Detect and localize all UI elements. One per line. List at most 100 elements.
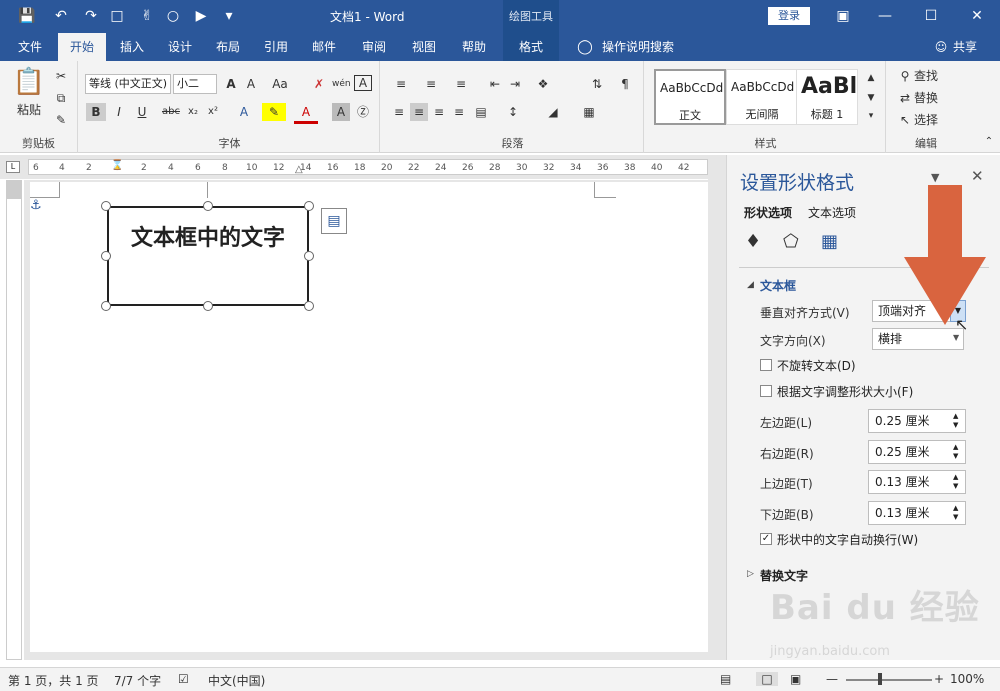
vertical-scrollbar[interactable] xyxy=(708,155,726,660)
pinyin-icon[interactable]: wén xyxy=(332,75,351,93)
tab-view[interactable]: 视图 xyxy=(402,33,446,61)
tab-help[interactable]: 帮助 xyxy=(452,33,496,61)
wrap-text-checkbox[interactable]: ✓ xyxy=(760,533,772,545)
italic-icon[interactable]: I xyxy=(110,103,128,121)
tab-design[interactable]: 设计 xyxy=(158,33,202,61)
text-direction-dropdown-icon[interactable]: ▼ xyxy=(953,333,959,342)
top-margin-input[interactable]: 0.13 厘米 xyxy=(868,470,966,494)
increase-indent-icon[interactable]: ⇥ xyxy=(506,75,524,93)
format-painter-icon[interactable]: ✎ xyxy=(52,111,70,129)
top-margin-spinner-icon[interactable]: ▲ ▼ xyxy=(953,473,958,491)
login-button[interactable]: 登录 xyxy=(768,7,810,25)
tab-text-options[interactable]: 文本选项 xyxy=(808,204,856,221)
collapse-ribbon-icon[interactable]: ⌃ xyxy=(982,133,996,151)
text-box[interactable]: 文本框中的文字 xyxy=(107,206,309,306)
anchor-icon[interactable]: ⚓ xyxy=(30,198,42,213)
decrease-indent-icon[interactable]: ⇤ xyxy=(486,75,504,93)
section-textbox[interactable]: 文本框 xyxy=(760,277,796,294)
numbering-icon[interactable]: ≡ xyxy=(420,75,442,93)
page-count[interactable]: 第 1 页，共 1 页 xyxy=(8,672,99,689)
close-icon[interactable]: ✕ xyxy=(954,0,1000,33)
strikethrough-icon[interactable]: abc xyxy=(160,103,182,121)
shrink-font-icon[interactable]: A xyxy=(242,75,260,93)
read-mode-icon[interactable]: ▤ xyxy=(720,672,731,686)
select-icon[interactable]: ▶ xyxy=(190,6,212,26)
distributed-icon[interactable]: ▤ xyxy=(472,103,490,121)
effects-icon[interactable]: ⬠ xyxy=(783,231,799,252)
collapse-triangle-icon[interactable]: ◢ xyxy=(747,280,754,290)
expand-triangle-icon[interactable]: ▷ xyxy=(747,569,754,579)
tab-references[interactable]: 引用 xyxy=(254,33,298,61)
char-border-icon[interactable]: A xyxy=(354,75,372,91)
enclose-char-icon[interactable]: Ⓩ xyxy=(354,103,372,121)
tab-selector-icon[interactable]: L xyxy=(6,161,20,173)
zoom-in-icon[interactable]: + xyxy=(934,672,944,686)
language[interactable]: 中文(中国) xyxy=(208,672,265,689)
pane-close-icon[interactable]: ✕ xyxy=(971,167,984,185)
print-layout-icon[interactable]: □ xyxy=(756,672,778,686)
resize-handle-r[interactable] xyxy=(304,251,314,261)
fill-line-icon[interactable]: ♦ xyxy=(745,231,761,252)
bottom-margin-input[interactable]: 0.13 厘米 xyxy=(868,501,966,525)
bold-icon[interactable]: B xyxy=(86,103,106,121)
redo-icon[interactable]: ↷ xyxy=(80,6,102,26)
autofit-checkbox[interactable] xyxy=(760,385,772,397)
justify-icon[interactable]: ≡ xyxy=(450,103,468,121)
align-right-icon[interactable]: ≡ xyxy=(430,103,448,121)
highlight-icon[interactable]: ✎ xyxy=(262,103,286,121)
left-margin-input[interactable]: 0.25 厘米 xyxy=(868,409,966,433)
text-effects-icon[interactable]: A xyxy=(232,103,256,121)
align-left-icon[interactable]: ≡ xyxy=(390,103,408,121)
align-center-icon[interactable]: ≡ xyxy=(410,103,428,121)
resize-handle-tl[interactable] xyxy=(101,201,111,211)
new-doc-icon[interactable]: □ xyxy=(106,6,128,26)
share-button[interactable]: 共享 xyxy=(950,33,980,61)
text-box-content[interactable]: 文本框中的文字 xyxy=(109,220,307,252)
char-shading-icon[interactable]: A xyxy=(332,103,350,121)
tab-file[interactable]: 文件 xyxy=(8,33,52,61)
shape-icon[interactable]: ○ xyxy=(162,6,184,26)
underline-icon[interactable]: U xyxy=(130,103,154,121)
proofing-icon[interactable]: ☑ xyxy=(178,672,189,686)
web-layout-icon[interactable]: ▣ xyxy=(790,672,801,686)
layout-properties-icon[interactable]: ▦ xyxy=(821,231,838,252)
text-direction-select[interactable]: 横排 xyxy=(872,328,964,350)
zoom-out-icon[interactable]: — xyxy=(826,672,838,686)
left-margin-spinner-icon[interactable]: ▲ ▼ xyxy=(953,412,958,430)
tell-me-search[interactable]: 操作说明搜索 xyxy=(598,33,678,61)
select-button[interactable]: 选择 xyxy=(914,111,954,129)
copy-icon[interactable]: ⧉ xyxy=(52,89,70,107)
borders-icon[interactable]: ▦ xyxy=(578,103,600,121)
vertical-ruler[interactable] xyxy=(6,180,22,660)
cut-icon[interactable]: ✂ xyxy=(52,67,70,85)
layout-options-icon[interactable]: ▤ xyxy=(321,208,347,234)
resize-handle-bl[interactable] xyxy=(101,301,111,311)
zoom-slider-thumb[interactable] xyxy=(878,673,882,685)
undo-icon[interactable]: ↶ xyxy=(50,6,72,26)
style-no-spacing[interactable]: AaBbCcDd 无间隔 xyxy=(726,69,798,125)
styles-more-icon[interactable]: ▾ xyxy=(864,107,878,125)
find-button[interactable]: 查找 xyxy=(914,67,954,85)
paste-icon[interactable]: 📋 xyxy=(12,67,46,97)
sort-icon[interactable]: ⇅ xyxy=(588,75,606,93)
right-margin-input[interactable]: 0.25 厘米 xyxy=(868,440,966,464)
superscript-icon[interactable]: x² xyxy=(204,103,222,121)
save-icon[interactable]: 💾 xyxy=(16,6,38,26)
font-color-icon[interactable]: A xyxy=(294,103,318,124)
font-size-combo[interactable]: 小二 xyxy=(173,74,217,94)
show-marks-icon[interactable]: ¶ xyxy=(616,75,634,93)
resize-handle-l[interactable] xyxy=(101,251,111,261)
replace-button[interactable]: 替换 xyxy=(914,89,954,107)
tab-mailings[interactable]: 邮件 xyxy=(302,33,346,61)
indent-marker-icon[interactable]: ⌛ xyxy=(111,160,123,171)
zoom-level[interactable]: 100% xyxy=(950,672,984,686)
font-name-combo[interactable]: 等线 (中文正文) xyxy=(85,74,171,94)
tab-review[interactable]: 审阅 xyxy=(352,33,396,61)
resize-handle-br[interactable] xyxy=(304,301,314,311)
style-heading-1[interactable]: AaBl 标题 1 xyxy=(796,69,858,125)
word-count[interactable]: 7/7 个字 xyxy=(114,672,161,689)
horizontal-ruler[interactable]: L 6 4 2 2 4 6 8 10 12 14 16 18 20 22 24 … xyxy=(0,155,708,179)
tab-shape-options[interactable]: 形状选项 xyxy=(744,204,792,221)
zoom-slider[interactable] xyxy=(846,679,932,681)
line-spacing-icon[interactable]: ↕ xyxy=(502,103,524,121)
